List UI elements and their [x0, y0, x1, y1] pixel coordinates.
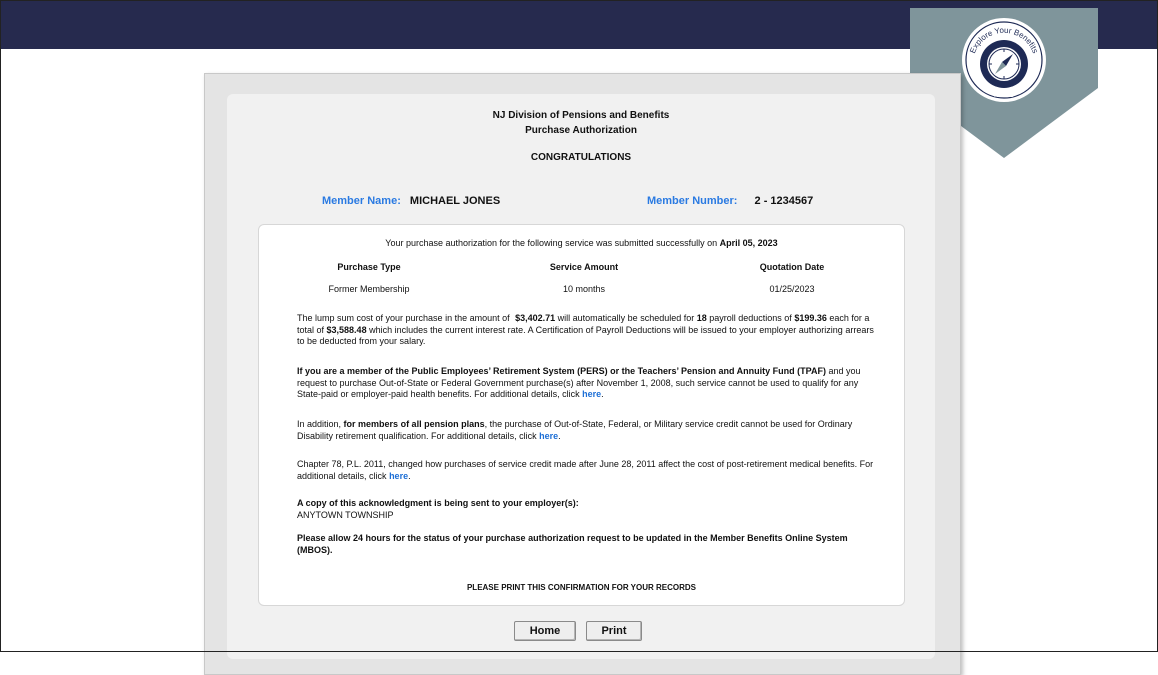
member-name-label: Member Name:: [322, 195, 401, 207]
header-service-amount: Service Amount: [549, 262, 619, 272]
confirmation-panel: NJ Division of Pensions and Benefits Pur…: [227, 94, 935, 659]
chapter78-details-link[interactable]: here: [389, 471, 408, 481]
quotation-date-value: 01/25/2023: [769, 284, 815, 294]
cost-paragraph: The lump sum cost of your purchase in th…: [297, 313, 874, 346]
member-number-row: Member Number: 2 - 1234567: [647, 195, 813, 207]
all-plans-details-link[interactable]: here: [539, 431, 558, 441]
header-quotation-date: Quotation Date: [759, 262, 825, 272]
acknowledgment-heading: A copy of this acknowledgment is being s…: [297, 498, 579, 508]
org-title: NJ Division of Pensions and Benefits: [492, 110, 670, 121]
purchase-type-value: Former Membership: [328, 284, 410, 294]
chapter78-paragraph: Chapter 78, P.L. 2011, changed how purch…: [297, 459, 874, 481]
pers-paragraph: If you are a member of the Public Employ…: [297, 366, 861, 399]
header-purchase-type: Purchase Type: [337, 262, 401, 272]
submission-text: Your purchase authorization for the foll…: [385, 238, 778, 248]
member-name-row: Member Name: MICHAEL JONES: [322, 195, 500, 207]
acknowledgment-block: A copy of this acknowledgment is being s…: [297, 498, 877, 521]
details-box: Your purchase authorization for the foll…: [258, 224, 905, 606]
print-confirmation-note: PLEASE PRINT THIS CONFIRMATION FOR YOUR …: [466, 583, 697, 592]
print-button[interactable]: Print: [586, 621, 642, 641]
all-plans-paragraph: In addition, for members of all pension …: [297, 419, 853, 441]
submission-date: April 05, 2023: [719, 238, 778, 248]
allow-24-hours-note: Please allow 24 hours for the status of …: [297, 533, 848, 555]
congratulations-heading: CONGRATULATIONS: [530, 152, 632, 163]
badge-abbr: NJDPB: [994, 93, 1014, 99]
home-button[interactable]: Home: [514, 621, 576, 641]
member-number-label: Member Number:: [647, 195, 738, 207]
confirmation-window: NJ Division of Pensions and Benefits Pur…: [204, 73, 961, 675]
compass-icon: [962, 18, 1046, 102]
service-amount-value: 10 months: [562, 284, 606, 294]
employer-name: ANYTOWN TOWNSHIP: [297, 509, 394, 520]
page-title: Purchase Authorization: [525, 125, 637, 136]
pers-details-link[interactable]: here: [582, 389, 601, 399]
member-name-value: MICHAEL JONES: [409, 195, 501, 207]
member-number-value: 2 - 1234567: [754, 195, 814, 207]
